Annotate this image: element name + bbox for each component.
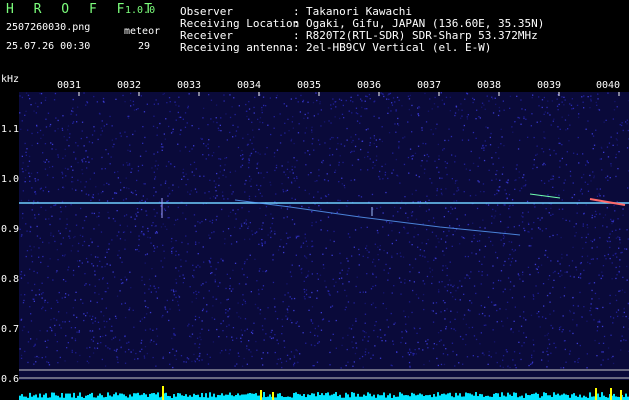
x-tick-label: 0034 [237, 80, 262, 91]
x-tick-label: 0037 [417, 80, 442, 91]
app-version: 1.0.0 [125, 5, 156, 16]
header-panel: H R O F F T 1.0.0 2507260030.png meteor … [0, 0, 629, 72]
x-tick-label: 0035 [297, 80, 322, 91]
filename: 2507260030.png [6, 22, 91, 33]
x-tick-label: 0036 [357, 80, 382, 91]
spectrogram [19, 92, 629, 400]
signal-level-strip [19, 386, 629, 400]
y-axis-unit: kHz [1, 74, 20, 85]
x-tick-label: 0040 [596, 80, 621, 91]
x-tick-label: 0032 [117, 80, 142, 91]
x-tick-label: 0038 [477, 80, 502, 91]
info-sep-antenna: : [293, 41, 300, 54]
info-value-antenna: 2el-HB9CV Vertical (el. E-W) [306, 41, 492, 54]
meteor-label: meteor [124, 26, 161, 37]
x-tick-label: 0031 [57, 80, 82, 91]
spectrogram-background [19, 92, 629, 380]
x-tick-label: 0039 [537, 80, 562, 91]
x-tick-label: 0033 [177, 80, 202, 91]
datetime: 25.07.26 00:30 [6, 41, 91, 52]
meteor-count: 29 [138, 41, 151, 52]
info-label-antenna: Receiving antenna [180, 41, 293, 54]
